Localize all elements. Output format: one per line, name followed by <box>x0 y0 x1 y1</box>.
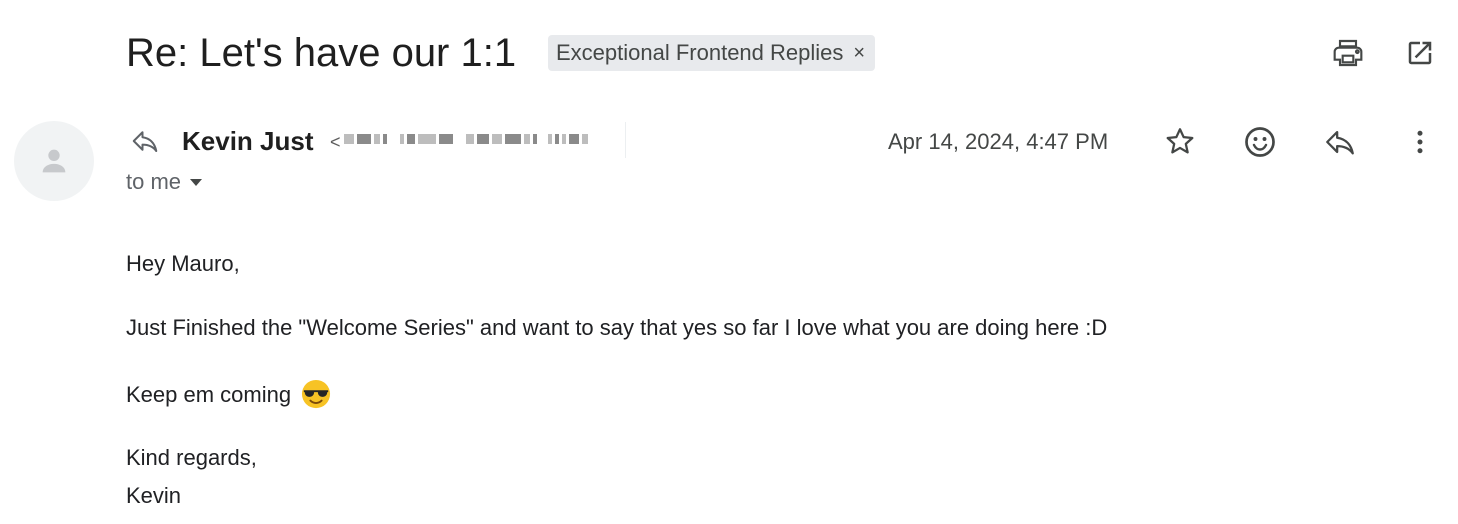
reply-button[interactable] <box>1320 122 1360 162</box>
avatar[interactable] <box>14 121 94 201</box>
body-signature: Kevin <box>126 483 182 508</box>
open-in-new-window-icon <box>1408 41 1432 65</box>
person-icon <box>42 149 66 173</box>
body-line-1: Just Finished the "Welcome Series" and w… <box>126 315 1108 340</box>
star-button[interactable] <box>1160 122 1200 162</box>
recipient-text: to me <box>126 169 182 194</box>
email-subject: Re: Let's have our 1:1 <box>126 31 517 75</box>
open-in-new-window-button[interactable] <box>1400 33 1440 73</box>
reply-icon <box>1326 130 1354 155</box>
replied-indicator <box>128 126 162 161</box>
remove-label-button[interactable]: × <box>853 42 865 65</box>
redaction-divider <box>625 122 626 158</box>
sunglasses-emoji <box>302 379 331 409</box>
sender-name[interactable]: Kevin Just <box>182 124 314 158</box>
reply-arrow-icon <box>132 131 158 152</box>
print-button[interactable] <box>1328 33 1368 73</box>
more-options-button[interactable] <box>1400 122 1440 162</box>
body-line-2-container: Keep em coming <box>126 379 331 409</box>
redacted-sender-email <box>344 134 588 144</box>
label-chip[interactable]: Exceptional Frontend Replies × <box>548 35 876 71</box>
body-greeting: Hey Mauro, <box>126 251 240 276</box>
add-reaction-button[interactable] <box>1240 122 1280 162</box>
body-closing: Kind regards, <box>126 445 257 470</box>
email-date: Apr 14, 2024, 4:47 PM <box>888 129 1109 154</box>
sender-email-open-bracket: < <box>330 132 341 152</box>
body-line-2: Keep em coming <box>126 382 292 407</box>
recipient-details-toggle[interactable]: to me <box>126 168 203 196</box>
print-icon <box>1333 39 1363 67</box>
label-chip-text: Exceptional Frontend Replies <box>556 40 844 65</box>
caret-down-icon <box>190 179 203 186</box>
star-icon <box>1166 128 1194 154</box>
more-vert-icon <box>1417 130 1423 154</box>
smiley-icon <box>1245 127 1275 157</box>
